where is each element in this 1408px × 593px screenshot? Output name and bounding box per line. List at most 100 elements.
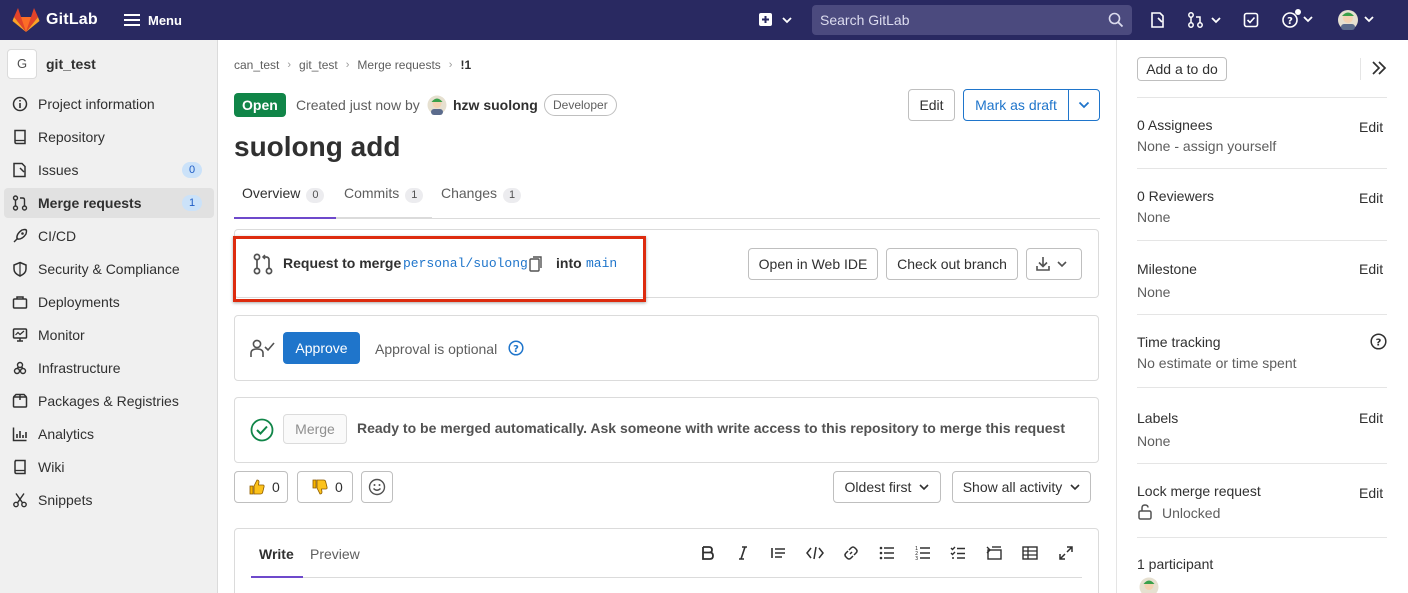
- labels-edit-link[interactable]: Edit: [1359, 410, 1383, 426]
- status-badge: Open: [234, 93, 286, 117]
- add-todo-button[interactable]: Add a to do: [1137, 57, 1227, 81]
- gitlab-logo-icon[interactable]: [12, 7, 40, 33]
- bullet-list-icon[interactable]: [879, 545, 895, 561]
- breadcrumb-link[interactable]: Merge requests: [357, 58, 440, 72]
- project-name[interactable]: git_test: [46, 56, 96, 72]
- thumbs-down-button[interactable]: 0: [297, 471, 353, 503]
- participant-avatar[interactable]: [1139, 577, 1159, 593]
- sidebar-item-packages-registries[interactable]: Packages & Registries: [4, 386, 214, 416]
- issues-icon: [12, 162, 28, 178]
- search-input[interactable]: [812, 5, 1102, 35]
- chart-icon: [12, 426, 28, 442]
- sidebar-item-analytics[interactable]: Analytics: [4, 419, 214, 449]
- sidebar-item-merge-requests[interactable]: Merge requests 1: [4, 188, 214, 218]
- svg-text:?: ?: [1287, 16, 1293, 27]
- sort-dropdown[interactable]: Oldest first: [833, 471, 941, 503]
- sidebar-item-snippets[interactable]: Snippets: [4, 485, 214, 515]
- tab-label: Commits: [344, 185, 400, 201]
- breadcrumb-link[interactable]: git_test: [299, 58, 338, 72]
- chevron-down-icon: [1078, 101, 1090, 109]
- sidebar-item-label: CI/CD: [38, 228, 77, 244]
- open-web-ide-button[interactable]: Open in Web IDE: [748, 248, 878, 280]
- activity-filter-dropdown[interactable]: Show all activity: [952, 471, 1091, 503]
- sidebar-item-security-compliance[interactable]: Security & Compliance: [4, 254, 214, 284]
- collapse-sidebar-icon[interactable]: [1371, 61, 1387, 75]
- merge-button[interactable]: Merge: [283, 414, 347, 444]
- todos-icon[interactable]: [1243, 12, 1259, 28]
- help-icon[interactable]: ?: [1282, 9, 1316, 29]
- author-name[interactable]: hzw suolong: [453, 97, 538, 113]
- search-icon: [1108, 12, 1124, 28]
- divider: [1137, 387, 1387, 388]
- thumbs-up-button[interactable]: 0: [234, 471, 288, 503]
- book-icon: [12, 459, 28, 475]
- hamburger-icon[interactable]: [124, 12, 142, 28]
- bold-icon[interactable]: [700, 545, 716, 561]
- add-reaction-button[interactable]: [361, 471, 393, 503]
- scissors-icon: [12, 492, 28, 508]
- assignees-value[interactable]: None - assign yourself: [1137, 138, 1276, 154]
- task-list-icon[interactable]: [950, 545, 966, 561]
- assignees-edit-link[interactable]: Edit: [1359, 119, 1383, 135]
- fullscreen-icon[interactable]: [1058, 545, 1074, 561]
- chevron-down-icon: [919, 483, 930, 490]
- write-tab[interactable]: Write: [251, 538, 303, 578]
- italic-icon[interactable]: [735, 545, 751, 561]
- sidebar-item-label: Security & Compliance: [38, 261, 180, 277]
- activity-filter-label: Show all activity: [962, 479, 1063, 495]
- sidebar-item-repository[interactable]: Repository: [4, 122, 214, 152]
- lock-edit-link[interactable]: Edit: [1359, 485, 1383, 501]
- question-circle-icon[interactable]: ?: [1370, 333, 1387, 350]
- divider: [1137, 240, 1387, 241]
- draft-dropdown-toggle[interactable]: [1068, 89, 1100, 121]
- check-out-branch-button[interactable]: Check out branch: [886, 248, 1018, 280]
- sidebar-item-label: Project information: [38, 96, 155, 112]
- divider: [1137, 314, 1387, 315]
- sidebar-item-infrastructure[interactable]: Infrastructure: [4, 353, 214, 383]
- reviewers-edit-link[interactable]: Edit: [1359, 190, 1383, 206]
- time-tracking-title: Time tracking: [1137, 334, 1221, 350]
- search-bar[interactable]: [812, 5, 1132, 35]
- project-avatar[interactable]: G: [7, 49, 37, 79]
- quote-icon[interactable]: [770, 545, 786, 561]
- sidebar-item-project-information[interactable]: Project information: [4, 89, 214, 119]
- sort-label: Oldest first: [844, 479, 912, 495]
- new-item-dropdown[interactable]: [758, 12, 794, 28]
- labels-title: Labels: [1137, 410, 1179, 426]
- tab-changes[interactable]: Changes 1: [433, 178, 529, 219]
- table-icon[interactable]: [1022, 545, 1038, 561]
- sidebar-item-issues[interactable]: Issues 0: [4, 155, 214, 185]
- preview-tab[interactable]: Preview: [310, 546, 360, 562]
- collapsible-icon[interactable]: [986, 545, 1002, 561]
- link-icon[interactable]: [843, 545, 859, 561]
- tab-overview[interactable]: Overview 0: [234, 178, 336, 219]
- tab-count: 1: [503, 188, 522, 203]
- code-icon[interactable]: [806, 545, 824, 561]
- thumbs-down-count: 0: [335, 479, 343, 495]
- package-icon: [12, 393, 28, 409]
- milestone-edit-link[interactable]: Edit: [1359, 261, 1383, 277]
- sidebar-item-ci-cd[interactable]: CI/CD: [4, 221, 214, 251]
- approve-button[interactable]: Approve: [283, 332, 360, 364]
- lock-value: Unlocked: [1162, 505, 1221, 521]
- edit-button[interactable]: Edit: [908, 89, 955, 121]
- issues-shortcut-icon[interactable]: [1150, 12, 1166, 28]
- user-avatar-dropdown[interactable]: [1337, 9, 1379, 31]
- merge-requests-shortcut-icon[interactable]: [1188, 12, 1224, 28]
- menu-button[interactable]: Menu: [148, 13, 182, 28]
- numbered-list-icon[interactable]: 123: [915, 545, 931, 561]
- breadcrumb-current[interactable]: !1: [460, 58, 471, 72]
- sidebar-item-deployments[interactable]: Deployments: [4, 287, 214, 317]
- smiley-icon: [368, 478, 386, 496]
- brand-name[interactable]: GitLab: [46, 11, 98, 29]
- download-dropdown[interactable]: [1026, 248, 1082, 280]
- author-avatar[interactable]: [427, 95, 447, 115]
- sidebar-item-monitor[interactable]: Monitor: [4, 320, 214, 350]
- tab-commits[interactable]: Commits 1: [336, 178, 432, 219]
- participants-title: 1 participant: [1137, 556, 1214, 572]
- mark-as-draft-button[interactable]: Mark as draft: [963, 89, 1069, 121]
- divider: [1137, 463, 1387, 464]
- sidebar-item-wiki[interactable]: Wiki: [4, 452, 214, 482]
- question-circle-icon[interactable]: ?: [508, 340, 524, 356]
- breadcrumb-link[interactable]: can_test: [234, 58, 279, 72]
